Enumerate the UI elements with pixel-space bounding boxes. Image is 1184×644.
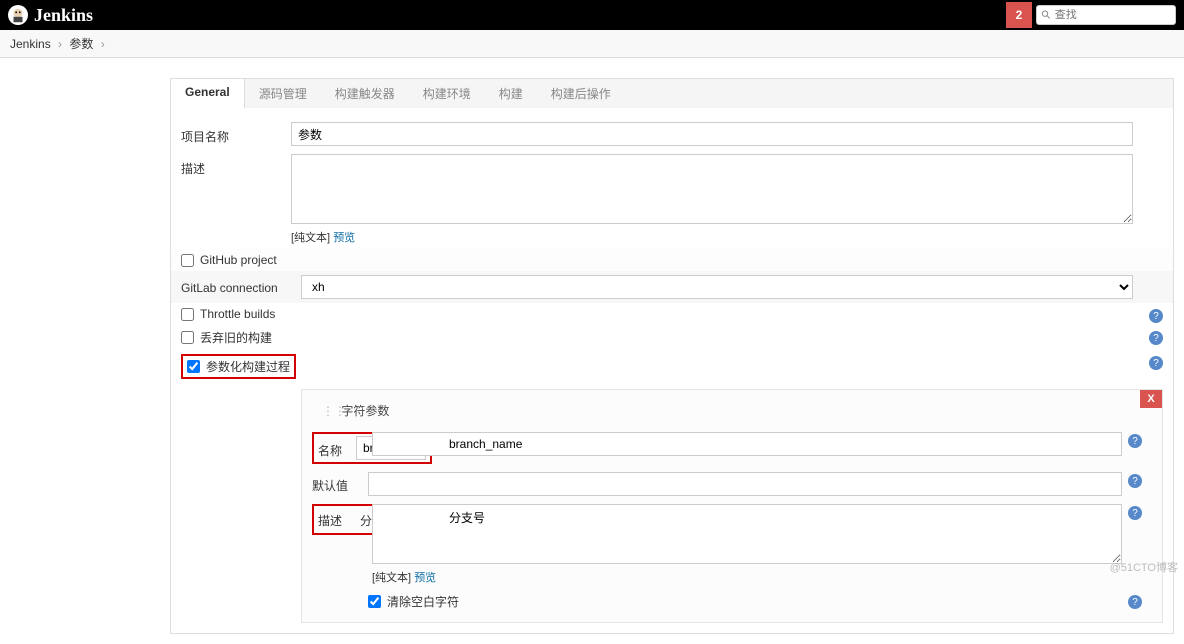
project-name-input[interactable] — [291, 122, 1133, 146]
breadcrumb-item[interactable]: Jenkins — [10, 37, 51, 51]
chevron-right-icon: › — [54, 37, 66, 51]
help-icon[interactable]: ? — [1149, 356, 1163, 370]
project-name-row: 项目名称 — [171, 118, 1173, 150]
parameterize-checkbox[interactable] — [187, 360, 200, 373]
param-default-input[interactable] — [368, 472, 1122, 496]
github-project-checkbox[interactable] — [181, 254, 194, 267]
notification-badge[interactable]: 2 — [1006, 2, 1032, 28]
discard-old-builds-label[interactable]: 丢弃旧的构建 — [200, 329, 272, 346]
close-button[interactable]: X — [1140, 390, 1162, 408]
preview-link[interactable]: 预览 — [333, 232, 355, 244]
param-name-input[interactable] — [372, 432, 1122, 456]
param-default-label: 默认值 — [312, 472, 358, 494]
jenkins-logo-icon — [8, 5, 28, 25]
help-icon[interactable]: ? — [1149, 331, 1163, 345]
param-desc-label: 描述 — [318, 510, 354, 529]
param-desc-row: 描述 分支号 [纯文本] 预览 ? — [312, 500, 1152, 589]
param-name-row: 名称 ? — [312, 428, 1152, 468]
breadcrumb: Jenkins › 参数 › — [0, 30, 1184, 58]
throttle-builds-row: Throttle builds ? — [171, 303, 1173, 325]
help-icon[interactable]: ? — [1149, 309, 1163, 323]
param-desc-textarea[interactable] — [372, 504, 1122, 564]
watermark: @51CTO博客 — [1110, 559, 1178, 575]
project-name-label: 项目名称 — [181, 122, 281, 145]
preview-link[interactable]: 预览 — [414, 572, 436, 584]
gitlab-connection-row: GitLab connection xh — [171, 271, 1173, 303]
tab-build[interactable]: 构建 — [485, 79, 537, 108]
help-icon[interactable]: ? — [1128, 474, 1142, 488]
help-icon[interactable]: ? — [1128, 595, 1142, 609]
tab-post-build[interactable]: 构建后操作 — [537, 79, 625, 108]
description-textarea[interactable] — [291, 154, 1133, 224]
logo[interactable]: Jenkins — [8, 5, 93, 26]
gitlab-connection-label: GitLab connection — [181, 275, 291, 295]
tab-general[interactable]: General — [171, 79, 245, 109]
gitlab-connection-select[interactable]: xh — [301, 275, 1133, 299]
description-label: 描述 — [181, 154, 281, 177]
description-row: 描述 [纯文本] 预览 — [171, 150, 1173, 249]
github-project-label[interactable]: GitHub project — [200, 253, 277, 267]
search-box[interactable] — [1036, 5, 1176, 25]
description-hint: [纯文本] 预览 — [291, 229, 1133, 245]
discard-old-builds-row: 丢弃旧的构建 ? — [171, 325, 1173, 350]
tab-triggers[interactable]: 构建触发器 — [321, 79, 409, 108]
discard-old-builds-checkbox[interactable] — [181, 331, 194, 344]
throttle-builds-label[interactable]: Throttle builds — [200, 307, 275, 321]
param-name-label: 名称 — [318, 438, 350, 459]
brand-text: Jenkins — [34, 5, 93, 26]
param-trim-row: 清除空白字符 ? — [312, 589, 1152, 614]
breadcrumb-item[interactable]: 参数 — [69, 37, 93, 51]
help-icon[interactable]: ? — [1128, 434, 1142, 448]
form-panel: 项目名称 描述 [纯文本] 预览 GitHub project GitLab c… — [170, 108, 1174, 634]
tab-scm[interactable]: 源码管理 — [245, 79, 321, 108]
drag-handle-icon[interactable]: ⋮⋮ — [322, 404, 334, 418]
throttle-builds-checkbox[interactable] — [181, 308, 194, 321]
highlight-box: 参数化构建过程 — [181, 354, 296, 379]
parameterize-label[interactable]: 参数化构建过程 — [206, 358, 290, 375]
string-param-block: X ⋮⋮ 字符参数 名称 ? 默认值 ? — [301, 389, 1163, 623]
tab-bar: General 源码管理 构建触发器 构建环境 构建 构建后操作 — [170, 78, 1174, 108]
spacer — [312, 593, 358, 598]
parameterize-row: 参数化构建过程 ? — [171, 350, 1173, 383]
search-icon — [1041, 9, 1052, 21]
github-project-row: GitHub project — [171, 249, 1173, 271]
header-bar: Jenkins 2 — [0, 0, 1184, 30]
param-desc-hint: [纯文本] 预览 — [372, 569, 1122, 585]
help-icon[interactable]: ? — [1128, 506, 1142, 520]
param-section-title: ⋮⋮ 字符参数 — [312, 398, 1152, 428]
chevron-right-icon: › — [97, 37, 109, 51]
main-content: General 源码管理 构建触发器 构建环境 构建 构建后操作 项目名称 描述… — [0, 58, 1184, 644]
tab-build-env[interactable]: 构建环境 — [409, 79, 485, 108]
trim-label[interactable]: 清除空白字符 — [387, 593, 459, 610]
search-input[interactable] — [1055, 9, 1171, 21]
param-default-row: 默认值 ? — [312, 468, 1152, 500]
trim-checkbox[interactable] — [368, 595, 381, 608]
